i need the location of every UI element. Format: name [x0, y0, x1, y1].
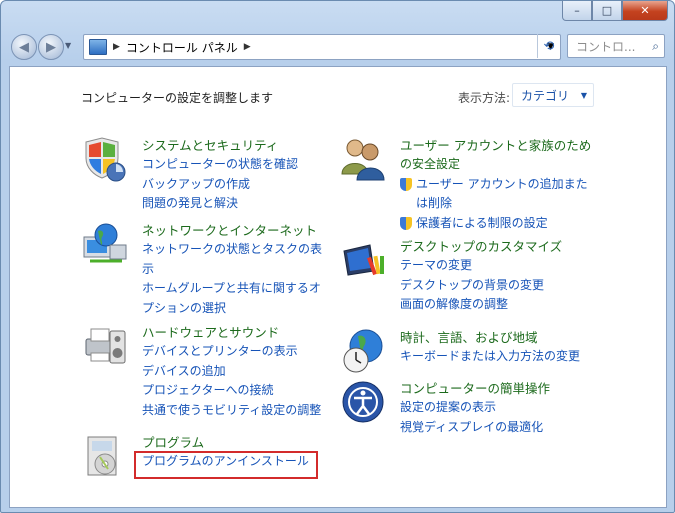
- minimize-button[interactable]: –: [562, 1, 592, 21]
- view-by-label: 表示方法:: [458, 91, 511, 105]
- breadcrumb-separator-icon[interactable]: ▶: [113, 42, 120, 52]
- link-check-status[interactable]: コンピューターの状態を確認: [142, 155, 298, 175]
- category-title-cont[interactable]: の安全設定: [400, 155, 588, 175]
- category-title[interactable]: ユーザー アカウントと家族のため: [400, 136, 591, 155]
- network-icon: [83, 223, 127, 263]
- search-input[interactable]: コントロ... ⌕: [567, 34, 665, 58]
- desktop-icon: [343, 244, 384, 276]
- refresh-icon[interactable]: ⟲: [537, 34, 560, 58]
- category-title[interactable]: ハードウェアとサウンド: [142, 323, 279, 342]
- highlight-box: [134, 451, 318, 479]
- control-panel-icon: [89, 39, 107, 55]
- category-links: 設定の提案の表示 視覚ディスプレイの最適化: [400, 398, 543, 437]
- view-by-select[interactable]: カテゴリ ▼: [512, 83, 594, 107]
- printer-icon: [85, 328, 126, 364]
- category-links: テーマの変更 デスクトップの背景の変更 画面の解像度の調整: [400, 256, 544, 315]
- category-links: デバイスとプリンターの表示 デバイスの追加 プロジェクターへの接続 共通で使うモ…: [142, 342, 321, 420]
- address-bar[interactable]: ▶ コントロール パネル ▶ ▼: [83, 34, 561, 60]
- link-mobility[interactable]: 共通で使うモビリティ設定の調整: [142, 401, 321, 421]
- ease-of-access-icon: [342, 381, 384, 423]
- link-homegroup[interactable]: ホームグループと共有に関するオ: [142, 279, 322, 299]
- link-homegroup-cont[interactable]: プションの選択: [142, 299, 322, 319]
- view-by-value: カテゴリ: [521, 88, 570, 103]
- category-links: キーボードまたは入力方法の変更: [400, 347, 580, 367]
- link-parental-controls[interactable]: 保護者による制限の設定: [400, 214, 588, 234]
- link-add-remove-accounts[interactable]: ユーザー アカウントの追加また: [400, 175, 588, 195]
- back-arrow-icon[interactable]: ◀: [11, 34, 37, 60]
- content-pane: コンピューターの設定を調整します 表示方法: カテゴリ ▼ システムとセキュリテ…: [9, 66, 667, 508]
- category-title[interactable]: コンピューターの簡単操作: [400, 379, 550, 398]
- breadcrumb-control-panel[interactable]: コントロール パネル: [126, 39, 238, 56]
- users-icon: [341, 139, 385, 181]
- category-title[interactable]: システムとセキュリティ: [142, 136, 278, 155]
- forward-arrow-icon[interactable]: ▶: [38, 34, 64, 60]
- link-devices-printers[interactable]: デバイスとプリンターの表示: [142, 342, 321, 362]
- link-optimize-display[interactable]: 視覚ディスプレイの最適化: [400, 418, 543, 438]
- link-add-device[interactable]: デバイスの追加: [142, 362, 321, 382]
- link-keyboard-input[interactable]: キーボードまたは入力方法の変更: [400, 347, 580, 367]
- maximize-button[interactable]: □: [592, 1, 622, 21]
- breadcrumb-separator-icon[interactable]: ▶: [244, 42, 251, 52]
- link-add-remove-accounts-cont[interactable]: は削除: [400, 194, 588, 214]
- close-button[interactable]: ✕: [622, 1, 668, 21]
- shield-icon: [85, 137, 126, 182]
- link-projector[interactable]: プロジェクターへの接続: [142, 381, 321, 401]
- link-screen-resolution[interactable]: 画面の解像度の調整: [400, 295, 544, 315]
- category-title[interactable]: ネットワークとインターネット: [142, 221, 317, 240]
- link-change-theme[interactable]: テーマの変更: [400, 256, 544, 276]
- caption-buttons: – □ ✕: [562, 1, 668, 21]
- category-title[interactable]: デスクトップのカスタマイズ: [400, 237, 562, 256]
- navigation-bar: ◀ ▶ ▼ ▶ コントロール パネル ▶ ▼ ⟲ コントロ... ⌕: [9, 31, 666, 63]
- chevron-down-icon: ▼: [580, 90, 587, 100]
- link-network-status-cont[interactable]: 示: [142, 260, 322, 280]
- link-change-background[interactable]: デスクトップの背景の変更: [400, 276, 544, 296]
- clock-globe-icon: [343, 329, 383, 373]
- category-links: の安全設定 ユーザー アカウントの追加また は削除 保護者による制限の設定: [400, 155, 588, 233]
- link-troubleshoot[interactable]: 問題の発見と解決: [142, 194, 298, 214]
- search-placeholder: コントロ...: [576, 39, 636, 54]
- category-links: ネットワークの状態とタスクの表 示 ホームグループと共有に関するオ プションの選…: [142, 240, 322, 318]
- page-title: コンピューターの設定を調整します: [81, 91, 274, 105]
- search-icon[interactable]: ⌕: [652, 39, 659, 54]
- link-backup[interactable]: バックアップの作成: [142, 175, 298, 195]
- link-network-status[interactable]: ネットワークの状態とタスクの表: [142, 240, 322, 260]
- programs-icon: [87, 436, 117, 476]
- link-suggested-settings[interactable]: 設定の提案の表示: [400, 398, 543, 418]
- category-title[interactable]: 時計、言語、および地域: [400, 328, 538, 347]
- window: – □ ✕ ◀ ▶ ▼ ▶ コントロール パネル ▶ ▼ ⟲ コントロ... ⌕…: [0, 0, 675, 513]
- category-title[interactable]: プログラム: [142, 433, 204, 452]
- recent-pages-dropdown[interactable]: ▼: [65, 41, 71, 50]
- category-links: コンピューターの状態を確認 バックアップの作成 問題の発見と解決: [142, 155, 298, 214]
